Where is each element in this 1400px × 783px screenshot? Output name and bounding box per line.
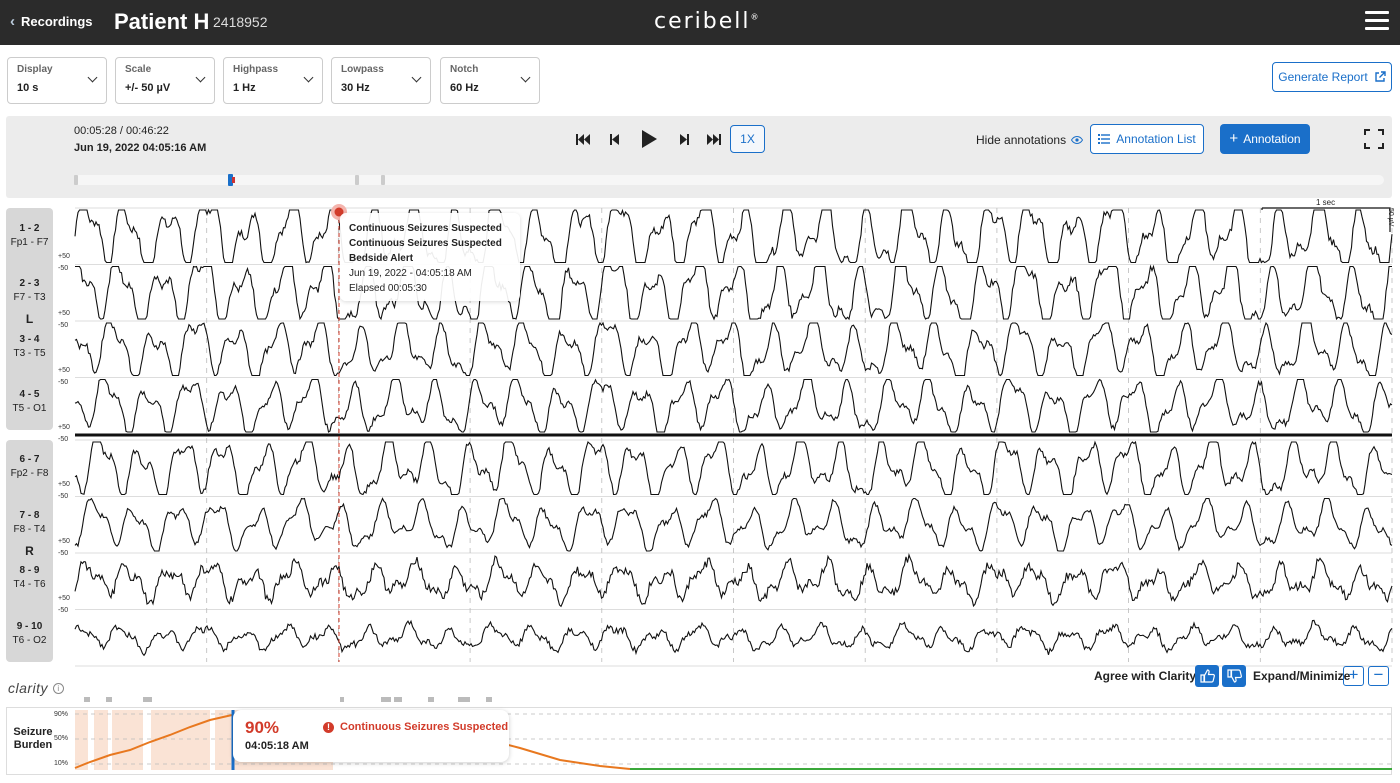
scale-minus-label: -50 <box>58 265 69 272</box>
thumbs-down-icon <box>1226 669 1242 683</box>
burden-summary-card: 90% 04:05:18 AM ! Continuous Seizures Su… <box>233 710 509 762</box>
scale-plus-label: +50 <box>58 595 70 602</box>
tooltip-elapsed: Elapsed 00:05:30 <box>349 283 427 294</box>
burden-percentage: 90% <box>245 718 280 737</box>
eeg-trace-area[interactable] <box>0 0 1400 783</box>
burden-alert-label: Continuous Seizures Suspected <box>340 721 509 733</box>
burden-axis-50: 50% <box>54 735 69 742</box>
channel-label[interactable]: 9 - 10 T6 - O2 <box>6 620 53 648</box>
scale-minus-label: -50 <box>58 550 69 557</box>
thumbs-up-icon <box>1199 669 1215 683</box>
thumbs-down-button[interactable] <box>1222 665 1246 687</box>
info-icon[interactable]: i <box>53 682 65 694</box>
scale-minus-label: -50 <box>58 379 69 386</box>
expand-minimize-label: Expand/Minimize <box>1253 669 1351 683</box>
scale-plus-label: +50 <box>58 310 70 317</box>
burden-timestamp: 04:05:18 AM <box>245 740 309 752</box>
tooltip-timestamp: Jun 19, 2022 - 04:05:18 AM <box>349 268 472 279</box>
time-calibration-label: 1 sec <box>1316 198 1336 207</box>
seizure-alert-tooltip: Continuous Seizures Suspected Continuous… <box>340 213 520 301</box>
tooltip-title: Continuous Seizures Suspected <box>349 223 502 234</box>
burden-axis-90: 90% <box>54 711 69 718</box>
tooltip-subtitle: Continuous Seizures Suspected <box>349 238 502 249</box>
clarity-logo: clarity i <box>8 680 65 696</box>
eeg-trace <box>74 497 1393 552</box>
scale-plus-label: +50 <box>58 367 70 374</box>
seizure-burden-title: Seizure Burden <box>13 726 53 751</box>
channel-label[interactable]: 3 - 4 T3 - T5 <box>6 333 53 361</box>
scale-minus-label: -50 <box>58 322 69 329</box>
scale-plus-label: +50 <box>58 424 70 431</box>
agree-with-clarity-label: Agree with Clarity? <box>1094 669 1204 683</box>
scale-minus-label: -50 <box>58 607 69 614</box>
left-hemisphere-label: L <box>25 312 34 326</box>
burden-alert: ! Continuous Seizures Suspected <box>323 721 508 733</box>
thumbs-up-button[interactable] <box>1195 665 1219 687</box>
scale-minus-label: -50 <box>58 436 69 443</box>
channel-label[interactable]: 2 - 3 F7 - T3 <box>6 277 53 305</box>
eeg-trace <box>74 208 1393 264</box>
eeg-trace <box>74 378 1393 433</box>
channel-label[interactable]: 1 - 2 Fp1 - F7 <box>6 222 53 250</box>
channel-label[interactable]: 8 - 9 T4 - T6 <box>6 564 53 592</box>
seizure-burden-panel <box>6 707 1392 775</box>
scale-minus-label: -50 <box>58 493 69 500</box>
scale-plus-label: +50 <box>58 538 70 545</box>
minimize-button[interactable]: − <box>1368 666 1389 686</box>
scale-plus-label: +50 <box>58 253 70 260</box>
right-hemisphere-label: R <box>25 544 34 558</box>
alert-icon: ! <box>323 721 334 733</box>
tooltip-source: Bedside Alert <box>349 253 414 264</box>
scale-plus-label: +50 <box>58 481 70 488</box>
expand-button[interactable]: + <box>1343 666 1364 686</box>
amplitude-calibration-label: 50 µV <box>1387 208 1394 227</box>
burden-axis-10: 10% <box>54 760 69 767</box>
channel-label[interactable]: 4 - 5 T5 - O1 <box>6 388 53 416</box>
channel-label[interactable]: 6 - 7 Fp2 - F8 <box>6 453 53 481</box>
channel-label[interactable]: 7 - 8 F8 - T4 <box>6 509 53 537</box>
